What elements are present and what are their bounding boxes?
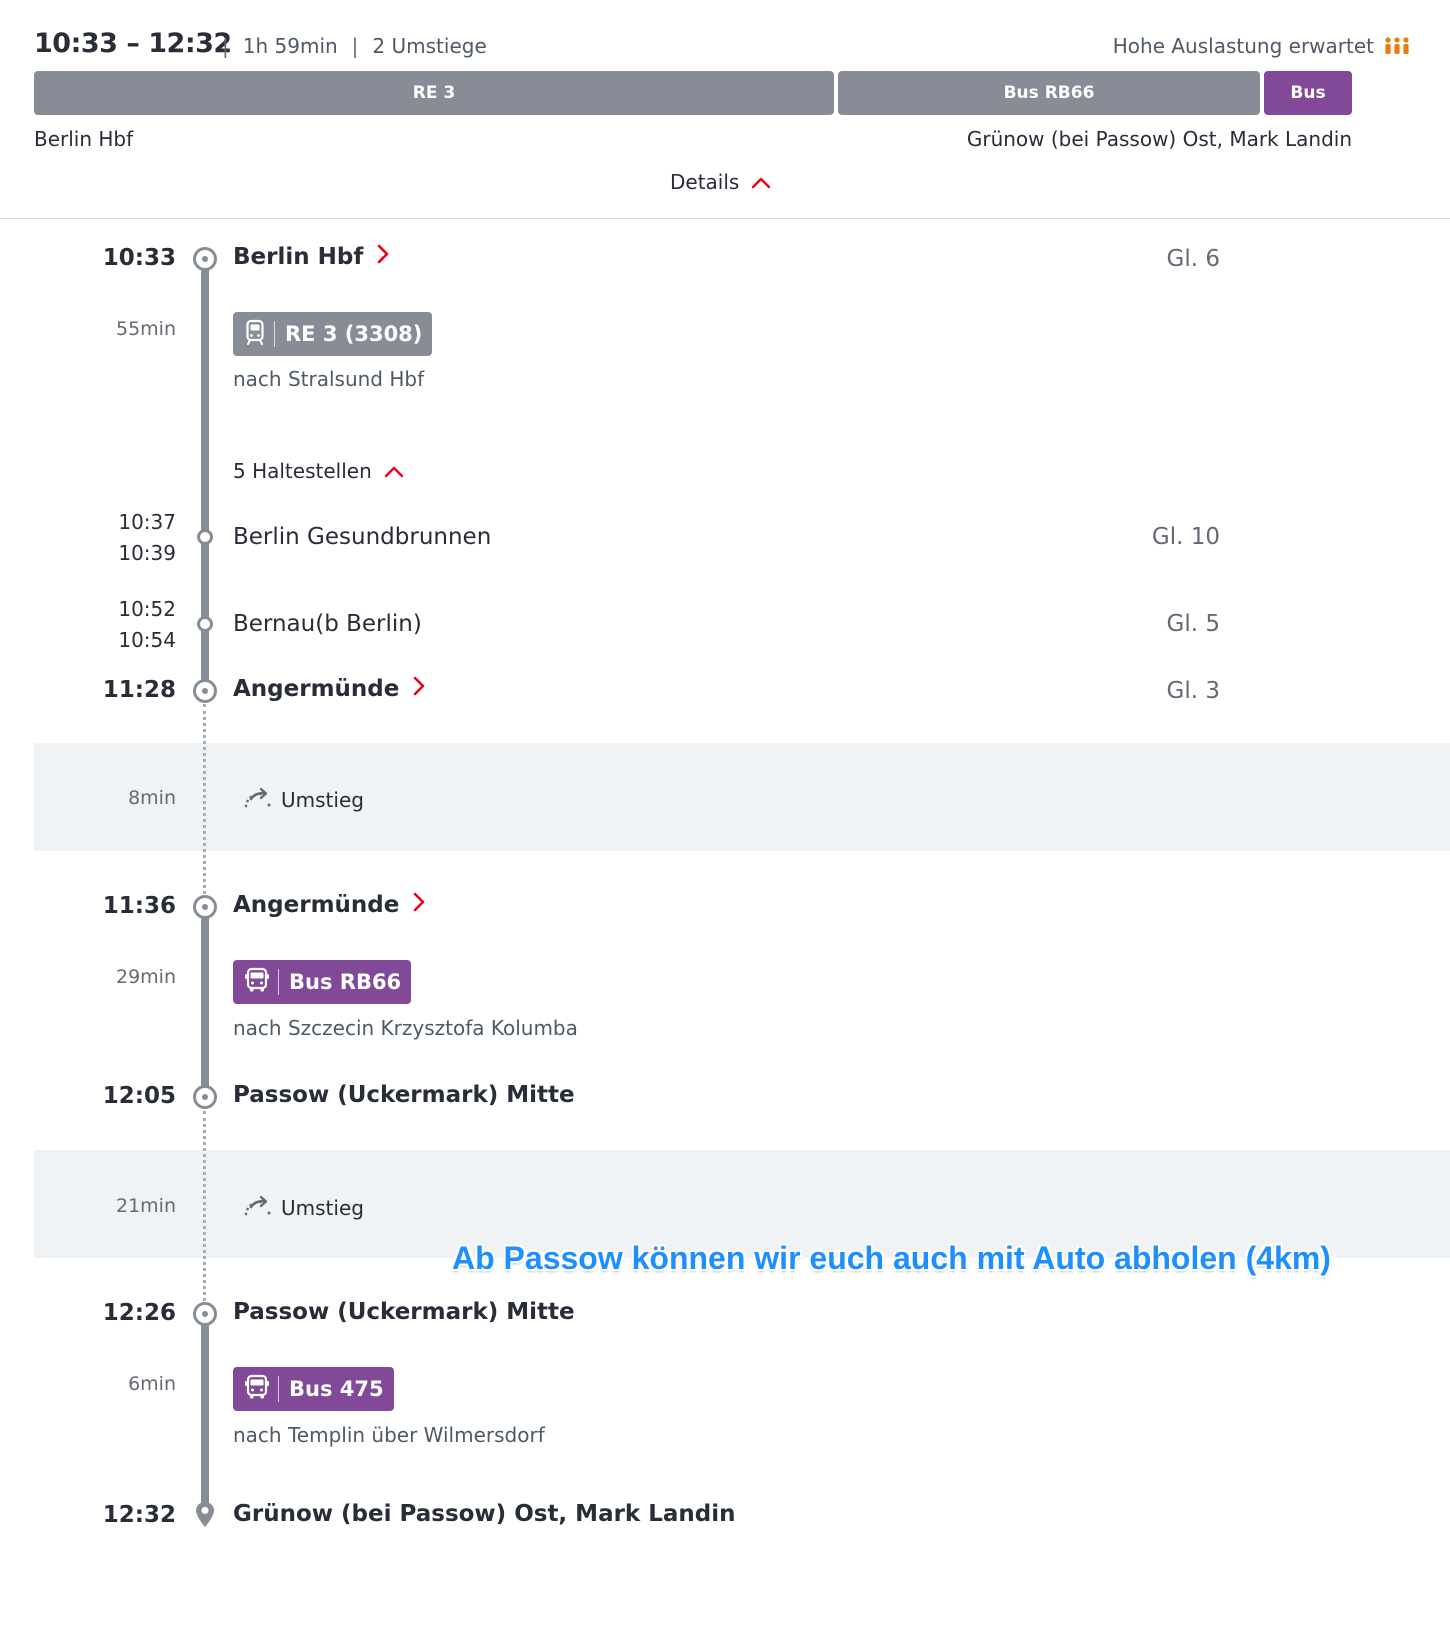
- occupancy-indicator: Hohe Auslastung erwartet: [1113, 34, 1410, 58]
- connection-summary[interactable]: 10:33 – 12:32 | 1h 59min | 2 Umstiege Hohe …: [0, 0, 1450, 219]
- stop-node: [197, 616, 213, 632]
- connection-meta: | 1h 59min | 2 Umstiege: [222, 34, 487, 58]
- leg-duration: 6min: [128, 1373, 176, 1395]
- station-name: Angermünde: [233, 676, 400, 702]
- transfer-walk-icon: [243, 786, 273, 813]
- destination-pin-icon: [193, 1500, 217, 1534]
- leg-direction: nach Szczecin Krzysztofa Kolumba: [233, 1016, 578, 1040]
- arrival-time: 12:32: [102, 1502, 176, 1528]
- line-name: RE 3 (3308): [285, 322, 423, 346]
- station-node: [193, 1302, 217, 1326]
- intermediate-times: 10:37 10:39: [34, 507, 176, 569]
- arrival-time: 10:37: [118, 510, 176, 534]
- station-name: Passow (Uckermark) Mitte: [233, 1082, 575, 1108]
- bus-icon: [245, 967, 269, 998]
- departure-time: 11:36: [102, 893, 176, 919]
- badge-divider: [278, 1376, 279, 1402]
- stop-node: [197, 529, 213, 545]
- connection-changes: 2 Umstiege: [372, 34, 487, 58]
- occupancy-text: Hohe Auslastung erwartet: [1112, 34, 1374, 58]
- platform: Gl. 5: [1166, 611, 1220, 637]
- platform: Gl. 10: [1151, 524, 1220, 550]
- chevron-up-icon: [751, 170, 771, 194]
- station-node: [193, 247, 217, 271]
- chevron-up-icon: [384, 459, 404, 483]
- station-name: Grünow (bei Passow) Ost, Mark Landin: [233, 1501, 736, 1527]
- segment-bar-bus-rb66: Bus RB66: [838, 71, 1260, 115]
- badge-divider: [278, 969, 279, 995]
- origin-station: Berlin Hbf: [34, 127, 134, 151]
- timeline-line: [201, 1314, 209, 1506]
- platform: Gl. 3: [1166, 678, 1220, 704]
- intermediate-stop: Bernau(b Berlin): [233, 611, 422, 637]
- occupancy-high-icon: [1384, 36, 1410, 56]
- station-name: Passow (Uckermark) Mitte: [233, 1299, 575, 1325]
- platform: Gl. 6: [1166, 246, 1220, 272]
- station-link[interactable]: Angermünde: [233, 892, 425, 918]
- bus-icon: [245, 1374, 269, 1405]
- arrival-time: 10:52: [118, 597, 176, 621]
- transfer-walk-icon: [243, 1194, 273, 1221]
- stops-toggle-label: 5 Haltestellen: [233, 459, 372, 483]
- segment-bar-re3: RE 3: [34, 71, 834, 115]
- details-toggle[interactable]: Details: [670, 170, 771, 194]
- badge-divider: [274, 321, 275, 347]
- departure-time: 10:54: [118, 628, 176, 652]
- leg-direction: nach Stralsund Hbf: [233, 367, 425, 391]
- connection-duration: 1h 59min: [242, 34, 338, 58]
- station-link[interactable]: Berlin Hbf: [233, 244, 389, 270]
- timeline-transfer-line: [203, 704, 206, 894]
- departure-time: 10:33: [102, 245, 176, 271]
- transfer-info: Umstieg: [243, 786, 364, 813]
- departure-time: 10:39: [118, 541, 176, 565]
- transfer-label: Umstieg: [281, 787, 364, 812]
- arrival-time: 11:28: [102, 677, 176, 703]
- chevron-right-icon: [377, 244, 389, 270]
- line-badge-bus-rb66[interactable]: Bus RB66: [233, 960, 412, 1004]
- segment-bar-bus: Bus: [1264, 71, 1352, 115]
- transfer-label: Umstieg: [281, 1195, 364, 1220]
- stops-toggle[interactable]: 5 Haltestellen: [233, 459, 404, 483]
- chevron-right-icon: [413, 892, 425, 918]
- station-link[interactable]: Angermünde: [233, 676, 425, 702]
- station-node: [193, 1085, 217, 1109]
- destination-station: Grünow (bei Passow) Ost, Mark Landin: [966, 127, 1352, 151]
- chevron-right-icon: [413, 676, 425, 702]
- line-badge-re3[interactable]: RE 3 (3308): [233, 312, 433, 356]
- arrival-time: 12:05: [102, 1083, 176, 1109]
- intermediate-stop: Berlin Gesundbrunnen: [233, 524, 492, 550]
- details-label: Details: [670, 170, 740, 194]
- transfer-duration: 8min: [128, 787, 176, 809]
- meta-separator: |: [222, 34, 229, 58]
- line-name: Bus RB66: [289, 970, 402, 994]
- overlay-annotation: Ab Passow können wir euch auch mit Auto …: [452, 1240, 1331, 1276]
- station-name: Angermünde: [233, 892, 400, 918]
- station-name: Berlin Hbf: [233, 244, 364, 270]
- leg-duration: 29min: [115, 966, 176, 988]
- leg-direction: nach Templin über Wilmersdorf: [233, 1423, 545, 1447]
- station-node: [193, 895, 217, 919]
- train-icon: [245, 319, 265, 350]
- station-node: [193, 679, 217, 703]
- leg-duration: 55min: [115, 318, 176, 340]
- timeline-transfer-line: [203, 1111, 206, 1301]
- meta-separator: |: [351, 34, 359, 58]
- connection-times: 10:33 – 12:32: [34, 28, 232, 59]
- line-badge-bus-475[interactable]: Bus 475: [233, 1367, 394, 1411]
- departure-time: 12:26: [102, 1300, 176, 1326]
- transfer-duration: 21min: [115, 1195, 176, 1217]
- line-name: Bus 475: [289, 1377, 384, 1401]
- intermediate-times: 10:52 10:54: [34, 594, 176, 656]
- transfer-info: Umstieg: [243, 1194, 364, 1221]
- timeline-line: [201, 907, 209, 1098]
